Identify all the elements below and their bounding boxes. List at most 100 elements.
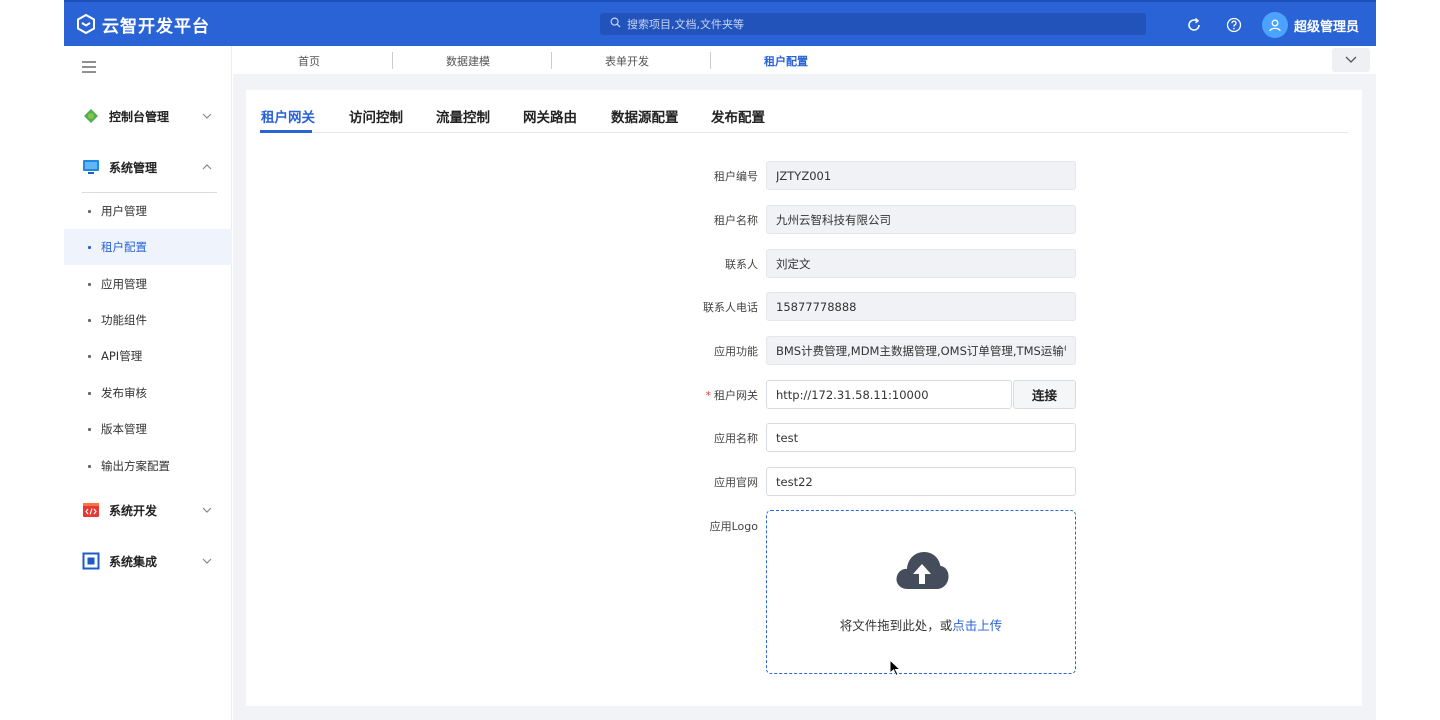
integration-icon bbox=[82, 552, 100, 570]
logo-icon bbox=[76, 14, 96, 34]
bullet-icon bbox=[88, 318, 91, 322]
bullet-icon bbox=[88, 245, 91, 249]
bullet-icon bbox=[88, 391, 91, 395]
tab-tenant-gateway[interactable]: 租户网关 bbox=[261, 106, 315, 126]
bullet-icon bbox=[88, 209, 91, 213]
page-tabs-bar: 首页 数据建模 表单开发 租户配置 bbox=[233, 46, 1376, 74]
contact-field bbox=[766, 249, 1076, 278]
sidebar-item-output-scheme[interactable]: 输出方案配置 bbox=[64, 448, 232, 484]
chevron-up-icon bbox=[202, 161, 212, 175]
chevron-down-icon bbox=[202, 504, 212, 518]
sidebar-item-user-management[interactable]: 用户管理 bbox=[64, 193, 232, 229]
sidebar-item-app-management[interactable]: 应用管理 bbox=[64, 266, 232, 302]
help-icon[interactable] bbox=[1225, 16, 1243, 34]
field-label: 联系人电话 bbox=[703, 301, 758, 314]
tenant-gateway-input[interactable] bbox=[766, 380, 1012, 409]
user-menu[interactable]: 超级管理员 bbox=[1262, 12, 1359, 38]
search-input[interactable] bbox=[627, 17, 1107, 31]
sidebar-item-components[interactable]: 功能组件 bbox=[64, 302, 232, 338]
global-search[interactable] bbox=[600, 13, 1146, 35]
bullet-icon bbox=[88, 282, 91, 286]
app-title: 云智开发平台 bbox=[102, 16, 210, 37]
sidebar-item-label: 应用管理 bbox=[101, 277, 147, 291]
app-functions-field bbox=[766, 336, 1076, 365]
tenant-config-panel: 租户网关 访问控制 流量控制 网关路由 数据源配置 发布配置 租户编号 租户名称… bbox=[246, 90, 1362, 706]
avatar bbox=[1262, 12, 1288, 38]
upload-hint-text: 将文件拖到此处，或 bbox=[839, 618, 953, 633]
sidebar-item-label: API管理 bbox=[101, 349, 143, 363]
required-mark: * bbox=[705, 389, 712, 402]
form-row-app-functions: 应用功能 bbox=[246, 336, 1362, 366]
field-label: 应用功能 bbox=[714, 345, 758, 358]
sidebar-group-system-dev[interactable]: 系统开发 bbox=[64, 495, 232, 525]
sidebar-item-label: 发布审核 bbox=[101, 386, 147, 400]
contact-phone-field bbox=[766, 292, 1076, 321]
config-tabs: 租户网关 访问控制 流量控制 网关路由 数据源配置 发布配置 bbox=[260, 90, 1348, 133]
tenant-name-field bbox=[766, 205, 1076, 234]
upload-hint: 将文件拖到此处，或点击上传 bbox=[767, 615, 1075, 634]
sidebar-item-label: 版本管理 bbox=[101, 422, 147, 436]
sidebar-item-release-review[interactable]: 发布审核 bbox=[64, 375, 232, 411]
chevron-down-icon bbox=[202, 110, 212, 124]
logo-upload-dropzone[interactable]: 将文件拖到此处，或点击上传 bbox=[766, 510, 1076, 674]
sidebar-item-api-management[interactable]: API管理 bbox=[64, 338, 232, 374]
tab-access-control[interactable]: 访问控制 bbox=[349, 106, 403, 126]
tab-datasource-config[interactable]: 数据源配置 bbox=[611, 106, 679, 126]
tabs-dropdown-button[interactable] bbox=[1332, 48, 1370, 72]
monitor-icon bbox=[82, 158, 100, 176]
sidebar-item-version-management[interactable]: 版本管理 bbox=[64, 411, 232, 447]
sidebar-group-console[interactable]: 控制台管理 bbox=[64, 101, 232, 131]
tab-gateway-routing[interactable]: 网关路由 bbox=[523, 106, 577, 126]
console-icon bbox=[82, 107, 100, 125]
chevron-down-icon bbox=[1345, 53, 1357, 67]
code-icon bbox=[82, 501, 100, 519]
bullet-icon bbox=[88, 354, 91, 358]
form-row-app-name: 应用名称 bbox=[246, 423, 1362, 453]
sidebar-group-system-integration[interactable]: 系统集成 bbox=[64, 546, 232, 576]
form-row-tenant-name: 租户名称 bbox=[246, 205, 1362, 235]
app-website-input[interactable] bbox=[766, 467, 1076, 496]
tenant-code-field bbox=[766, 161, 1076, 190]
menu-toggle-icon[interactable] bbox=[82, 61, 96, 76]
form-row-app-website: 应用官网 bbox=[246, 467, 1362, 497]
chevron-down-icon bbox=[202, 555, 212, 569]
tab-release-config[interactable]: 发布配置 bbox=[711, 106, 765, 126]
field-label: 联系人 bbox=[725, 258, 758, 271]
bullet-icon bbox=[88, 427, 91, 431]
app-name-input[interactable] bbox=[766, 423, 1076, 452]
tab-traffic-control[interactable]: 流量控制 bbox=[436, 106, 490, 126]
field-label: 租户编号 bbox=[714, 170, 758, 183]
sidebar-item-label: 功能组件 bbox=[101, 313, 147, 327]
cloud-upload-icon bbox=[894, 549, 950, 596]
sidebar-group-label: 系统开发 bbox=[109, 503, 158, 518]
page-tab-tenant-config[interactable]: 租户配置 bbox=[706, 53, 866, 69]
form-row-contact: 联系人 bbox=[246, 249, 1362, 279]
connect-button[interactable]: 连接 bbox=[1013, 380, 1076, 409]
page-tab-data-modeling[interactable]: 数据建模 bbox=[388, 53, 548, 69]
refresh-icon[interactable] bbox=[1185, 16, 1203, 34]
field-label: 应用官网 bbox=[714, 476, 758, 489]
upload-link[interactable]: 点击上传 bbox=[952, 618, 1002, 633]
sidebar-group-system[interactable]: 系统管理 bbox=[64, 152, 232, 182]
field-label: 应用名称 bbox=[714, 432, 758, 445]
sidebar-group-label: 系统集成 bbox=[109, 554, 158, 569]
bullet-icon bbox=[88, 464, 91, 468]
top-header: 云智开发平台 搜索项目,文档,文件夹等 超级管理员 bbox=[64, 0, 1376, 46]
sidebar-group-label: 控制台管理 bbox=[109, 109, 170, 124]
form-row-tenant-gateway: *租户网关 连接 bbox=[246, 380, 1362, 410]
app-root: 云智开发平台 搜索项目,文档,文件夹等 超级管理员 控制台管理 系统管理 用户管… bbox=[64, 0, 1376, 720]
sidebar-item-label: 用户管理 bbox=[101, 204, 147, 218]
sidebar: 控制台管理 系统管理 用户管理 租户配置 应用管理 功能组件 API管理 发布审… bbox=[64, 46, 232, 720]
form-row-contact-phone: 联系人电话 bbox=[246, 292, 1362, 322]
sidebar-item-tenant-config[interactable]: 租户配置 bbox=[64, 229, 232, 265]
field-label: 租户名称 bbox=[714, 214, 758, 227]
search-icon bbox=[610, 17, 621, 31]
sidebar-item-label: 输出方案配置 bbox=[101, 459, 170, 473]
page-tab-form-dev[interactable]: 表单开发 bbox=[547, 53, 707, 69]
field-label: 应用Logo bbox=[709, 520, 758, 533]
field-label-text: 租户网关 bbox=[714, 389, 758, 402]
page-tab-home[interactable]: 首页 bbox=[229, 53, 389, 69]
mouse-cursor-icon bbox=[889, 658, 902, 680]
form-row-tenant-code: 租户编号 bbox=[246, 161, 1362, 191]
app-logo[interactable]: 云智开发平台 bbox=[76, 12, 210, 37]
